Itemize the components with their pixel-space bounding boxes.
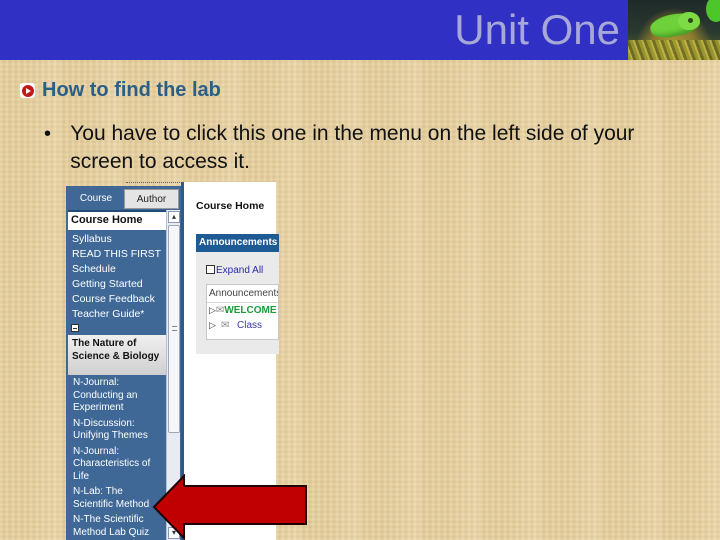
- menu-item[interactable]: READ THIS FIRST: [68, 247, 166, 262]
- title-bar: Unit One: [0, 0, 628, 60]
- announcement-title[interactable]: Class: [237, 320, 262, 331]
- announcements-header: Announcements: [196, 234, 279, 252]
- announcement-row[interactable]: ▷ ✉ Class: [207, 318, 278, 333]
- scroll-thumb[interactable]: [168, 225, 180, 433]
- leaf: [706, 0, 720, 22]
- red-pointer-arrow-icon: [152, 474, 307, 540]
- tab-author[interactable]: Author: [124, 189, 179, 209]
- expand-all-label[interactable]: Expand All: [216, 265, 263, 276]
- envelope-icon: ✉: [221, 320, 230, 331]
- menu-section-nature-of-science[interactable]: The Nature of Science & Biology: [68, 335, 166, 375]
- moss: [628, 40, 720, 60]
- bullet-dot-icon: •: [44, 123, 52, 145]
- menu-sub-item[interactable]: N-Journal: Conducting an Experiment: [68, 375, 166, 416]
- envelope-icon: ✉: [215, 305, 225, 316]
- expand-all-link[interactable]: Expand All: [206, 265, 263, 276]
- announcements-table: Announcements ▷ ✉ WELCOME ▷ ✉ Class: [206, 284, 279, 340]
- menu-item[interactable]: Schedule: [68, 262, 166, 277]
- menu-item-course-home[interactable]: Course Home: [68, 212, 166, 230]
- chameleon-eye: [688, 18, 693, 23]
- menu-item[interactable]: Teacher Guide*: [68, 307, 166, 322]
- bullet-point: • You have to click this one in the menu…: [44, 120, 684, 176]
- expand-icon: [206, 265, 215, 274]
- tab-course[interactable]: Course: [69, 189, 123, 209]
- course-home-title: Course Home: [196, 200, 265, 212]
- chameleon-photo: [628, 0, 720, 60]
- grip-icon: [172, 326, 177, 331]
- menu-item[interactable]: Syllabus: [68, 232, 166, 247]
- play-bullet-icon: [20, 83, 35, 98]
- announcement-title[interactable]: WELCOME: [224, 305, 276, 316]
- expand-arrow-icon[interactable]: ▷: [209, 320, 221, 331]
- slide-heading: How to find the lab: [20, 79, 221, 102]
- heading-text: How to find the lab: [42, 79, 221, 101]
- menu-item[interactable]: Getting Started: [68, 277, 166, 292]
- slide-title: Unit One: [454, 6, 620, 53]
- menu-item[interactable]: Course Feedback: [68, 292, 166, 307]
- announcements-column-header: Announcements: [207, 285, 278, 303]
- menu-list: Syllabus READ THIS FIRST Schedule Gettin…: [68, 230, 166, 322]
- scroll-up-icon[interactable]: ▴: [168, 211, 180, 223]
- collapse-icon[interactable]: [71, 324, 79, 332]
- cropped-edge: [126, 182, 186, 184]
- expand-arrow-icon[interactable]: ▷: [209, 305, 216, 316]
- announcement-row[interactable]: ▷ ✉ WELCOME: [207, 303, 278, 318]
- bullet-text: You have to click this one in the menu o…: [70, 122, 635, 173]
- arrow-shape: [152, 474, 307, 540]
- announcements-box: Announcements Expand All Announcements ▷…: [196, 234, 279, 354]
- menu-sub-item[interactable]: N-Discussion: Unifying Themes: [68, 416, 166, 444]
